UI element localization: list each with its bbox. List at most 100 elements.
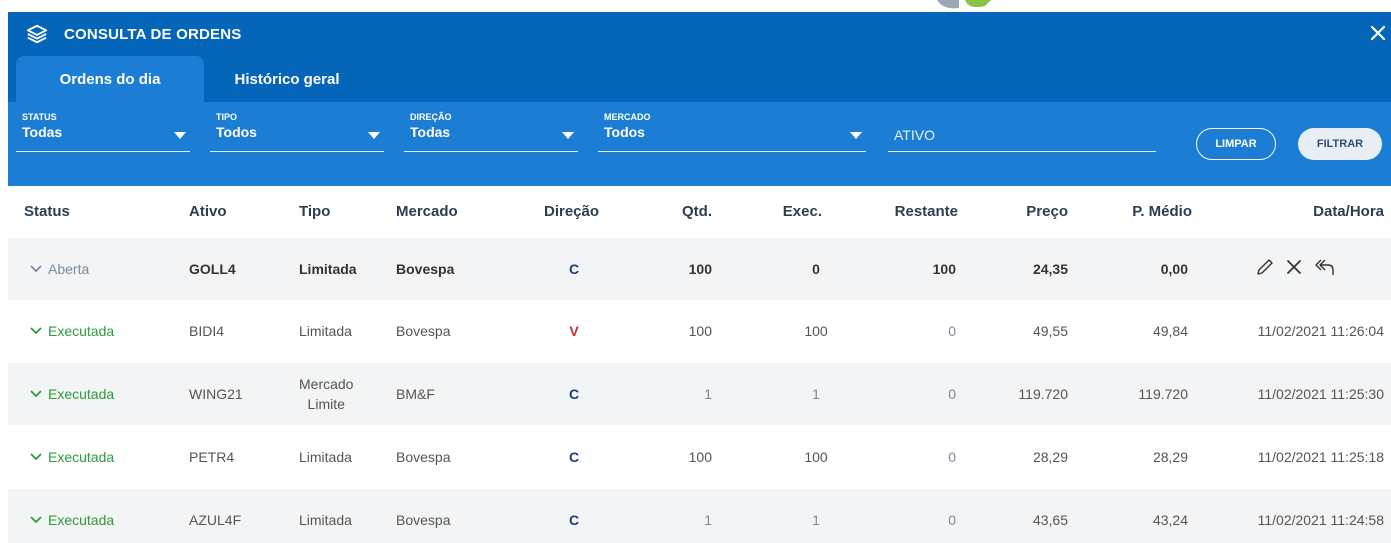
status-text: Executada bbox=[48, 512, 115, 528]
table-header: Status Ativo Tipo Mercado Direção Qtd. E… bbox=[8, 186, 1391, 238]
column-header-pmedio[interactable]: P. Médio bbox=[1108, 186, 1192, 238]
tipo-filter-value: Todos bbox=[216, 124, 257, 140]
column-header-preco[interactable]: Preço bbox=[1008, 186, 1068, 238]
ativo-input[interactable] bbox=[888, 118, 1156, 152]
chevron-down-icon bbox=[368, 132, 380, 139]
ativo-cell: AZUL4F bbox=[189, 512, 242, 528]
exec-cell: 100 bbox=[804, 449, 828, 465]
row-actions bbox=[1255, 257, 1335, 277]
status-toggle[interactable]: Aberta bbox=[30, 238, 89, 300]
preco-cell: 24,35 bbox=[1032, 261, 1068, 277]
tipo-cell: Limitada bbox=[299, 323, 352, 339]
table-row[interactable]: Executada WING21 Mercado Limite BM&F C 1… bbox=[8, 363, 1391, 425]
column-header-mercado[interactable]: Mercado bbox=[396, 186, 458, 238]
direcao-cell: C bbox=[568, 386, 580, 402]
cancel-icon[interactable] bbox=[1285, 258, 1303, 276]
ativo-cell: BIDI4 bbox=[189, 323, 225, 339]
mercado-cell: Bovespa bbox=[396, 261, 455, 277]
datahora-cell: 11/02/2021 11:24:58 bbox=[1257, 512, 1384, 528]
ativo-cell: GOLL4 bbox=[189, 261, 236, 277]
mercado-cell: Bovespa bbox=[396, 323, 451, 339]
column-header-ativo[interactable]: Ativo bbox=[189, 186, 227, 238]
status-toggle[interactable]: Executada bbox=[30, 363, 114, 425]
status-text: Executada bbox=[48, 323, 115, 339]
datahora-cell: 11/02/2021 11:26:04 bbox=[1257, 323, 1384, 339]
layers-icon bbox=[26, 24, 48, 44]
exec-cell: 0 bbox=[812, 261, 820, 277]
direcao-cell: C bbox=[568, 261, 580, 277]
direcao-filter-label: DIREÇÃO bbox=[410, 112, 452, 122]
restante-cell: 0 bbox=[948, 449, 956, 465]
direcao-cell: V bbox=[569, 323, 579, 339]
column-header-exec[interactable]: Exec. bbox=[768, 186, 822, 238]
column-header-status[interactable]: Status bbox=[24, 186, 70, 238]
chevron-down-icon bbox=[30, 327, 42, 335]
exec-cell: 1 bbox=[812, 386, 820, 402]
tab-ordens-do-dia[interactable]: Ordens do dia bbox=[16, 56, 204, 102]
chevron-down-icon bbox=[30, 453, 42, 461]
status-toggle[interactable]: Executada bbox=[30, 489, 114, 543]
tipo-select[interactable]: TIPO Todos bbox=[210, 110, 384, 152]
exec-cell: 100 bbox=[804, 323, 828, 339]
status-select[interactable]: STATUS Todas bbox=[16, 110, 190, 152]
tab-historico-geral[interactable]: Histórico geral bbox=[212, 56, 362, 102]
preco-cell: 49,55 bbox=[1032, 323, 1068, 339]
pmedio-cell: 28,29 bbox=[1152, 449, 1188, 465]
table-row[interactable]: Executada BIDI4 Limitada Bovespa V 100 1… bbox=[8, 300, 1391, 362]
mercado-filter-label: MERCADO bbox=[604, 112, 651, 122]
status-toggle[interactable]: Executada bbox=[30, 426, 114, 488]
pmedio-cell: 0,00 bbox=[1160, 261, 1188, 277]
tipo-line: Limite bbox=[307, 396, 345, 412]
status-filter-value: Todas bbox=[22, 124, 63, 140]
tipo-filter-label: TIPO bbox=[216, 112, 238, 122]
restante-cell: 0 bbox=[948, 512, 956, 528]
column-header-restante[interactable]: Restante bbox=[878, 186, 958, 238]
qtd-cell: 1 bbox=[704, 386, 712, 402]
datahora-cell: 11/02/2021 11:25:30 bbox=[1257, 386, 1384, 402]
qtd-cell: 100 bbox=[688, 323, 712, 339]
tipo-line: Mercado bbox=[299, 376, 354, 392]
column-header-datahora[interactable]: Data/Hora bbox=[1288, 186, 1384, 238]
datahora-cell: 11/02/2021 11:25:18 bbox=[1257, 449, 1384, 465]
preco-cell: 28,29 bbox=[1032, 449, 1068, 465]
mercado-cell: Bovespa bbox=[396, 512, 451, 528]
mercado-cell: Bovespa bbox=[396, 449, 451, 465]
restante-cell: 100 bbox=[932, 261, 956, 277]
tipo-cell: Limitada bbox=[299, 512, 352, 528]
qtd-cell: 1 bbox=[704, 512, 712, 528]
status-text: Executada bbox=[48, 386, 115, 402]
tipo-cell: Limitada bbox=[299, 449, 352, 465]
table-row[interactable]: Executada PETR4 Limitada Bovespa C 100 1… bbox=[8, 426, 1391, 488]
table-row[interactable]: Executada AZUL4F Limitada Bovespa C 1 1 … bbox=[8, 489, 1391, 543]
limpar-button[interactable]: LIMPAR bbox=[1196, 128, 1276, 160]
table-row[interactable]: Aberta GOLL4 Limitada Bovespa C 100 0 10… bbox=[8, 238, 1391, 300]
reply-all-icon[interactable] bbox=[1313, 257, 1335, 277]
chevron-down-icon bbox=[562, 132, 574, 139]
tipo-cell: Mercado Limite bbox=[299, 363, 353, 425]
qtd-cell: 100 bbox=[688, 261, 712, 277]
restante-cell: 0 bbox=[948, 323, 956, 339]
chevron-down-icon bbox=[174, 132, 186, 139]
direcao-cell: C bbox=[568, 449, 580, 465]
ativo-cell: PETR4 bbox=[189, 449, 235, 465]
mercado-select[interactable]: MERCADO Todos bbox=[598, 110, 866, 152]
preco-cell: 43,65 bbox=[1032, 512, 1068, 528]
column-header-direcao[interactable]: Direção bbox=[544, 186, 599, 238]
close-icon[interactable] bbox=[1367, 22, 1389, 44]
panel-header: CONSULTA DE ORDENS bbox=[8, 12, 1391, 56]
chevron-down-icon bbox=[30, 390, 42, 398]
column-header-tipo[interactable]: Tipo bbox=[299, 186, 330, 238]
filters-bar: STATUS Todas TIPO Todos DIREÇÃO Todas ME… bbox=[8, 102, 1391, 186]
status-text: Aberta bbox=[48, 261, 90, 277]
pmedio-cell: 49,84 bbox=[1152, 323, 1188, 339]
chevron-down-icon bbox=[30, 265, 42, 273]
mercado-cell: BM&F bbox=[396, 386, 435, 402]
qtd-cell: 100 bbox=[688, 449, 712, 465]
status-filter-label: STATUS bbox=[22, 112, 57, 122]
chevron-down-icon bbox=[30, 516, 42, 524]
edit-icon[interactable] bbox=[1255, 257, 1275, 277]
column-header-qtd[interactable]: Qtd. bbox=[672, 186, 712, 238]
direcao-select[interactable]: DIREÇÃO Todas bbox=[404, 110, 578, 152]
status-toggle[interactable]: Executada bbox=[30, 300, 114, 362]
filtrar-button[interactable]: FILTRAR bbox=[1298, 128, 1382, 160]
